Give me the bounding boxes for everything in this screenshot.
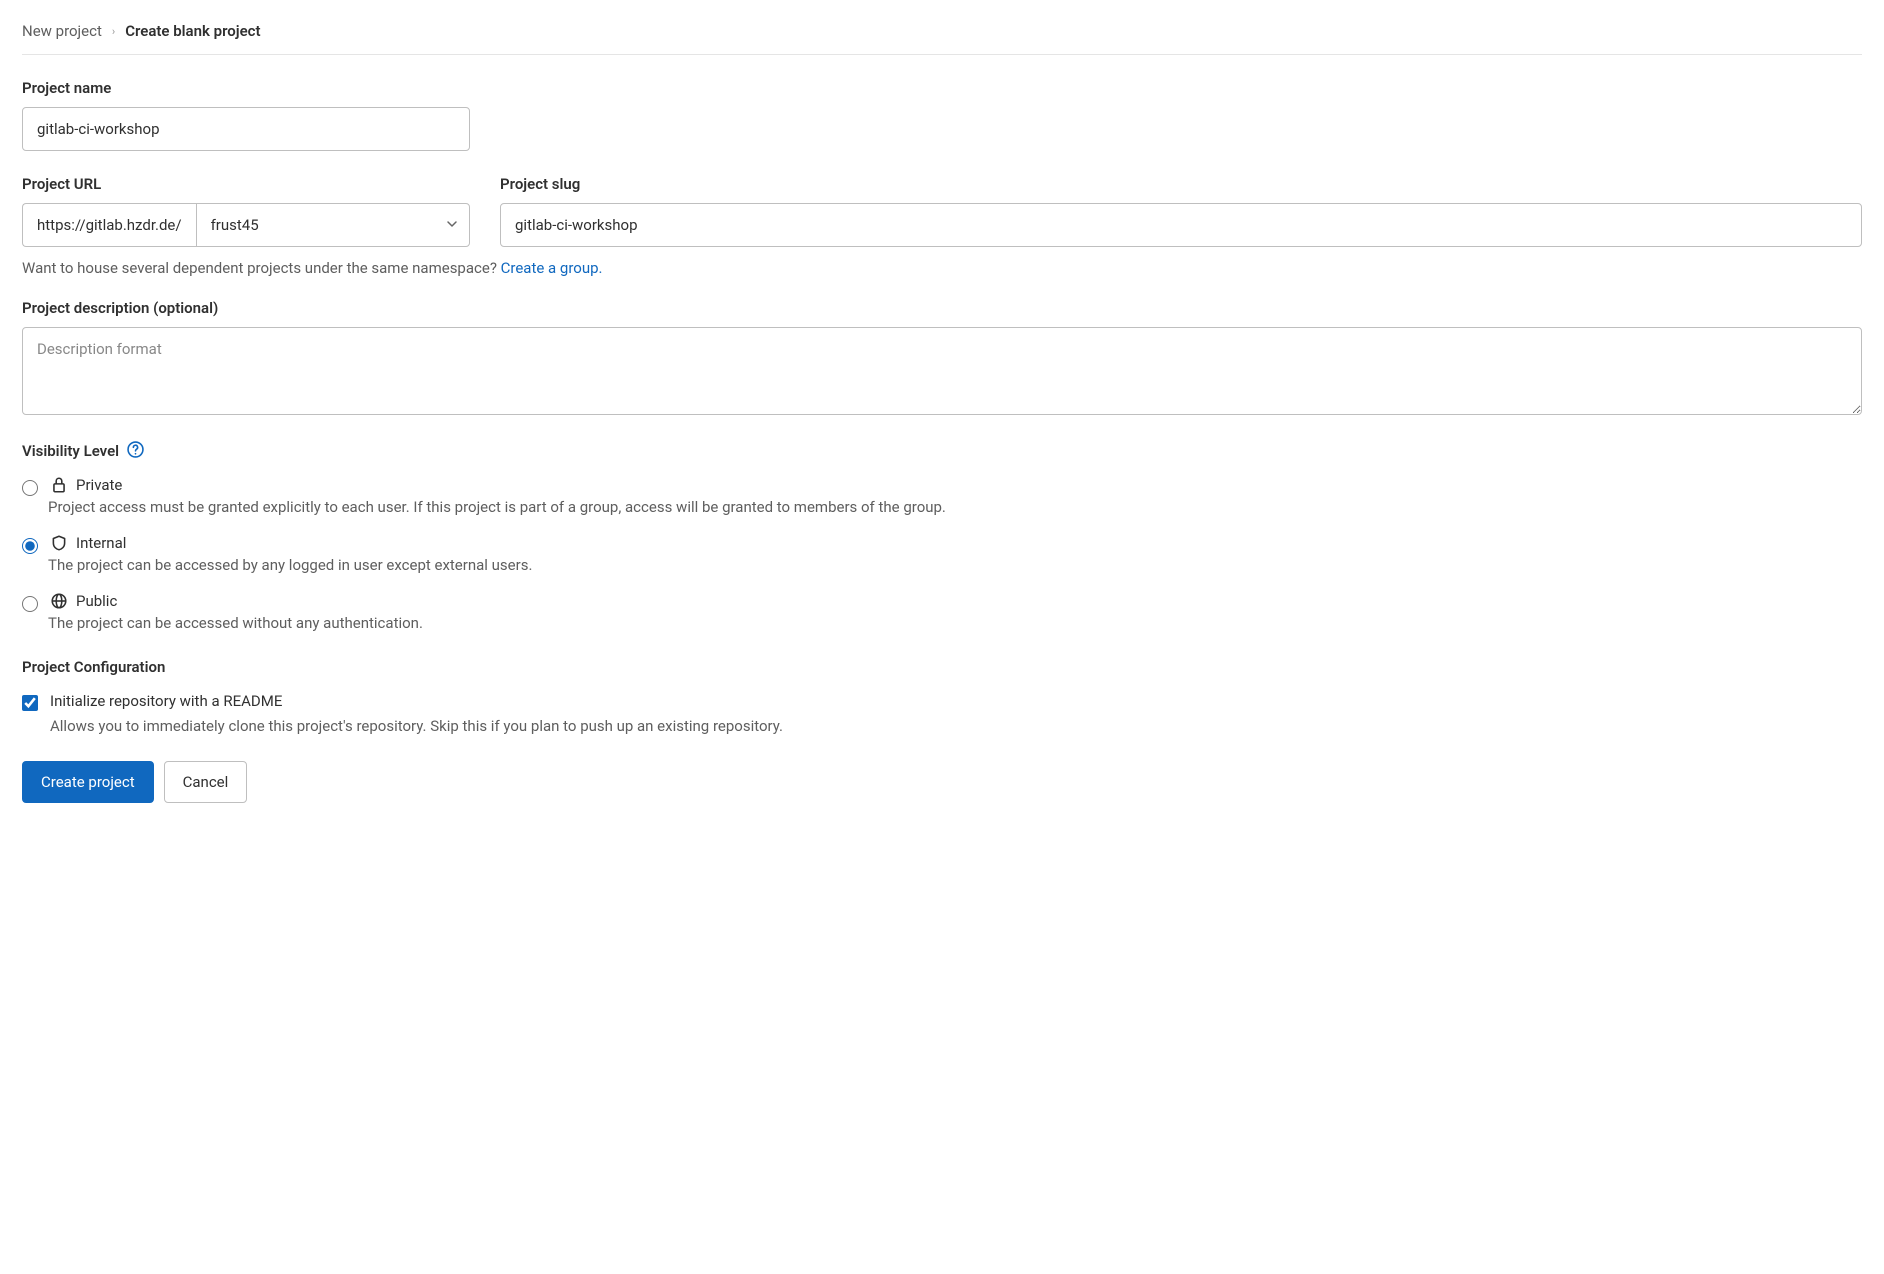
project-slug-label: Project slug bbox=[500, 175, 1862, 193]
help-icon[interactable] bbox=[127, 441, 144, 458]
visibility-radio-group: Private Project access must be granted e… bbox=[22, 476, 1862, 632]
readme-checkbox-label[interactable]: Initialize repository with a README bbox=[50, 692, 282, 710]
visibility-internal-label: Internal bbox=[76, 534, 126, 552]
visibility-public-desc: The project can be accessed without any … bbox=[48, 614, 1862, 632]
visibility-private-desc: Project access must be granted explicitl… bbox=[48, 498, 1862, 516]
visibility-internal-desc: The project can be accessed by any logge… bbox=[48, 556, 1862, 574]
project-name-label: Project name bbox=[22, 79, 470, 97]
namespace-selected-value: frust45 bbox=[211, 216, 259, 234]
project-slug-input[interactable] bbox=[500, 203, 1862, 247]
visibility-level-label: Visibility Level bbox=[22, 441, 1862, 460]
project-url-label: Project URL bbox=[22, 175, 470, 193]
visibility-private-label: Private bbox=[76, 476, 122, 494]
create-group-link[interactable]: Create a group. bbox=[501, 259, 603, 277]
namespace-select[interactable]: frust45 bbox=[196, 203, 470, 247]
cancel-button[interactable]: Cancel bbox=[164, 761, 248, 803]
visibility-public-label: Public bbox=[76, 592, 117, 610]
project-configuration-heading: Project Configuration bbox=[22, 658, 1862, 676]
project-description-label: Project description (optional) bbox=[22, 299, 1862, 317]
project-description-input[interactable] bbox=[22, 327, 1862, 415]
shield-icon bbox=[50, 534, 68, 552]
visibility-private-radio[interactable] bbox=[22, 480, 38, 496]
breadcrumb-new-project[interactable]: New project bbox=[22, 22, 102, 40]
create-project-button[interactable]: Create project bbox=[22, 761, 154, 803]
readme-checkbox-desc: Allows you to immediately clone this pro… bbox=[50, 717, 1862, 735]
breadcrumb-current: Create blank project bbox=[125, 22, 260, 40]
project-name-input[interactable] bbox=[22, 107, 470, 151]
visibility-internal-radio[interactable] bbox=[22, 538, 38, 554]
globe-icon bbox=[50, 592, 68, 610]
chevron-right-icon: › bbox=[112, 25, 115, 38]
lock-icon bbox=[50, 476, 68, 494]
namespace-hint: Want to house several dependent projects… bbox=[22, 259, 1862, 277]
readme-checkbox[interactable] bbox=[22, 695, 38, 711]
project-url-prefix: https://gitlab.hzdr.de/ bbox=[22, 203, 196, 247]
visibility-public-radio[interactable] bbox=[22, 596, 38, 612]
namespace-hint-text: Want to house several dependent projects… bbox=[22, 259, 501, 277]
breadcrumb: New project › Create blank project bbox=[22, 22, 1862, 55]
